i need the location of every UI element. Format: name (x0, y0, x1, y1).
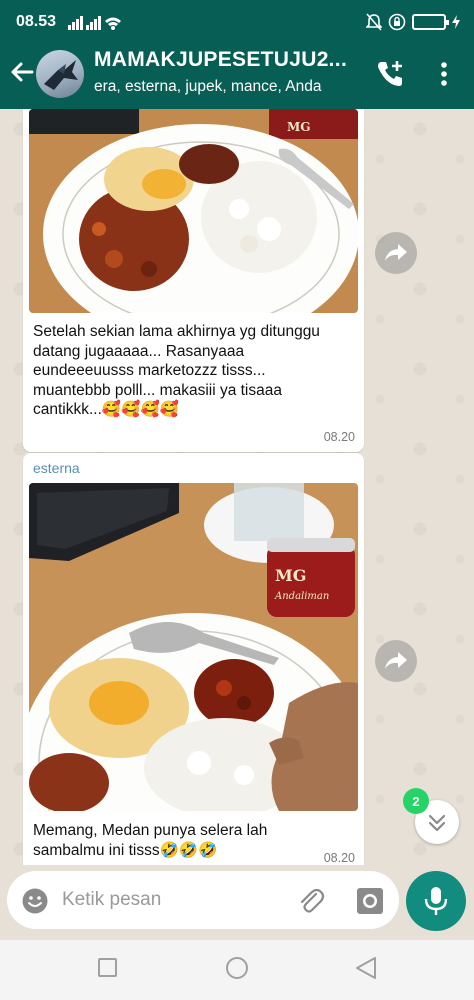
group-avatar[interactable] (36, 50, 84, 98)
status-bar: 08.53 (0, 0, 474, 44)
food-photo-image: MG (29, 109, 358, 313)
forward-icon (385, 244, 407, 261)
recent-apps-icon[interactable] (98, 958, 117, 977)
battery-icon (412, 14, 449, 30)
unread-count-badge[interactable]: 2 (403, 788, 429, 814)
lock-rotation-icon (388, 13, 406, 31)
group-name[interactable]: MAMAKJUPESETUJU2... (94, 48, 347, 72)
message-photo[interactable]: MG Andaliman (29, 483, 358, 811)
chat-header: MAMAKJUPESETUJU2... era, esterna, jupek,… (0, 44, 474, 109)
system-nav-bar (0, 940, 474, 1000)
microphone-icon (424, 887, 448, 915)
status-time: 08.53 (16, 13, 57, 30)
home-icon[interactable] (226, 957, 248, 979)
add-call-icon[interactable] (374, 58, 406, 90)
jar-label: MG (287, 120, 311, 134)
food-photo-image: MG Andaliman (29, 483, 358, 811)
message-bubble[interactable]: MG Setelah sekian lama akhirnya yg ditun… (23, 109, 364, 452)
jar-label-sub: Andaliman (274, 591, 329, 602)
message-time: 08.20 (323, 851, 355, 865)
nav-back-icon[interactable] (355, 956, 377, 980)
message-input[interactable] (62, 881, 282, 919)
forward-icon (385, 652, 407, 669)
composer-field[interactable] (7, 871, 399, 929)
sender-name[interactable]: esterna (33, 460, 80, 476)
emoji-icon[interactable] (21, 887, 49, 915)
chat-area[interactable]: MG Setelah sekian lama akhirnya yg ditun… (0, 109, 474, 865)
back-arrow-icon[interactable] (8, 58, 36, 86)
message-time: 08.20 (323, 430, 355, 444)
forward-button[interactable] (375, 640, 417, 682)
voice-message-button[interactable] (406, 871, 466, 931)
signal-icon (68, 16, 121, 30)
charging-icon (452, 15, 460, 29)
avatar-image (44, 60, 78, 90)
paperclip-icon[interactable] (297, 886, 325, 916)
group-members[interactable]: era, esterna, jupek, mance, Anda (94, 78, 321, 96)
message-text: Setelah sekian lama akhirnya yg ditunggu… (33, 323, 320, 418)
forward-button[interactable] (375, 232, 417, 274)
more-options-icon[interactable] (432, 58, 456, 90)
message-bubble[interactable]: esterna MG Andaliman Memang, Medan punya… (23, 453, 364, 865)
jar-label: MG (275, 566, 306, 585)
composer-bar (0, 865, 474, 940)
message-text: Memang, Medan punya selera lah sambalmu … (33, 822, 268, 859)
mute-bell-icon (366, 13, 382, 31)
camera-icon[interactable] (356, 887, 384, 915)
message-photo[interactable]: MG (29, 109, 358, 313)
